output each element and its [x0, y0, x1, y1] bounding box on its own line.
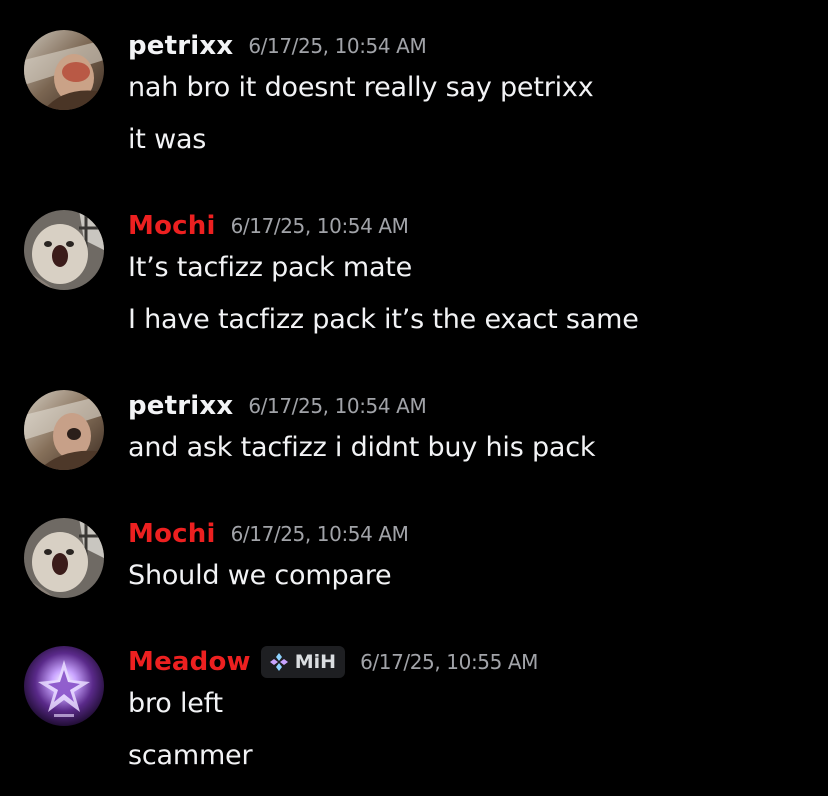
message-text: Should we compare — [128, 560, 392, 591]
username[interactable]: petrixx — [128, 31, 233, 61]
username[interactable]: petrixx — [128, 391, 233, 421]
message-text: nah bro it doesnt really say petrixx — [128, 72, 594, 103]
message-text: it was — [128, 124, 207, 155]
user-avatar-meadow[interactable] — [24, 646, 104, 726]
username[interactable]: Mochi — [128, 211, 216, 241]
user-avatar-petrixx[interactable] — [24, 390, 104, 470]
message-header: Mochi 6/17/25, 10:54 AM — [128, 210, 409, 242]
timestamp: 6/17/25, 10:54 AM — [248, 34, 427, 58]
message-header: Mochi 6/17/25, 10:54 AM — [128, 518, 409, 550]
timestamp: 6/17/25, 10:54 AM — [248, 394, 427, 418]
message-text: bro left — [128, 688, 223, 719]
user-avatar-mochi[interactable] — [24, 210, 104, 290]
timestamp: 6/17/25, 10:54 AM — [230, 522, 409, 546]
server-tag-badge[interactable]: MiH — [260, 646, 346, 678]
user-avatar-petrixx[interactable] — [24, 30, 104, 110]
message-header: Meadow MiH 6/17/25, 10:55 AM — [128, 646, 538, 678]
message-text: I have tacfizz pack it’s the exact same — [128, 304, 639, 335]
user-avatar-mochi[interactable] — [24, 518, 104, 598]
message-text: It’s tacfizz pack mate — [128, 252, 413, 283]
message-header: petrixx 6/17/25, 10:54 AM — [128, 30, 427, 62]
message-text: and ask tacfizz i didnt buy his pack — [128, 432, 596, 463]
diamond-cluster-icon — [269, 652, 289, 672]
message-header: petrixx 6/17/25, 10:54 AM — [128, 390, 427, 422]
message-text: scammer — [128, 740, 253, 771]
username[interactable]: Meadow — [128, 647, 251, 677]
username[interactable]: Mochi — [128, 519, 216, 549]
timestamp: 6/17/25, 10:54 AM — [230, 214, 409, 238]
timestamp: 6/17/25, 10:55 AM — [360, 650, 539, 674]
server-tag-label: MiH — [294, 651, 337, 673]
